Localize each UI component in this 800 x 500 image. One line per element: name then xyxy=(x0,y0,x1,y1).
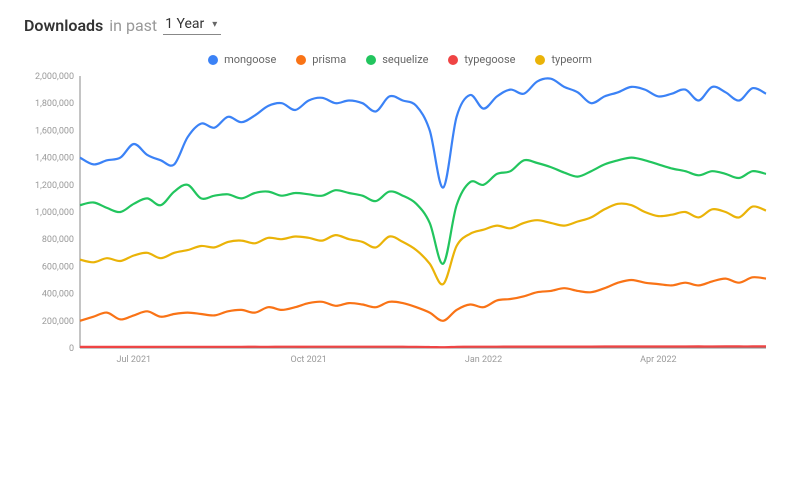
legend-label: typegoose xyxy=(464,53,515,66)
legend: mongoose prisma sequelize typegoose typeorm xyxy=(24,53,776,66)
svg-text:400,000: 400,000 xyxy=(42,290,74,300)
chevron-down-icon: ▾ xyxy=(212,19,217,30)
legend-item-typegoose[interactable]: typegoose xyxy=(448,53,515,66)
legend-item-prisma[interactable]: prisma xyxy=(296,53,346,66)
svg-text:Apr 2022: Apr 2022 xyxy=(640,355,676,365)
y-tick: 400,000 xyxy=(42,290,74,300)
legend-item-sequelize[interactable]: sequelize xyxy=(366,53,428,66)
svg-text:1,800,000: 1,800,000 xyxy=(35,99,74,109)
title-sub: in past xyxy=(109,16,157,35)
title-downloads: Downloads xyxy=(24,16,103,35)
svg-text:Jul 2021: Jul 2021 xyxy=(117,355,152,365)
svg-text:1,400,000: 1,400,000 xyxy=(35,154,74,164)
svg-text:Oct 2021: Oct 2021 xyxy=(291,355,327,365)
x-tick: Oct 2021 xyxy=(291,355,327,365)
x-tick: Jan 2022 xyxy=(465,355,502,365)
legend-item-mongoose[interactable]: mongoose xyxy=(208,53,276,66)
y-tick: 800,000 xyxy=(42,235,74,245)
y-tick: 1,800,000 xyxy=(35,99,74,109)
series-prisma xyxy=(80,277,766,321)
line-chart: 0 200,000 400,000 600,000 800,000 1,000,000 1,… xyxy=(24,70,776,370)
y-tick: 2,000,000 xyxy=(35,72,74,82)
chart-svg: 0 200,000 400,000 600,000 800,000 1,000,000 1,… xyxy=(24,70,776,370)
svg-text:1,600,000: 1,600,000 xyxy=(35,126,74,136)
y-tick: 1,000,000 xyxy=(35,208,74,218)
header: Downloads in past 1 Year ▾ xyxy=(24,16,776,35)
legend-label: typeorm xyxy=(551,53,591,66)
series-sequelize xyxy=(80,158,766,264)
y-tick: 1,600,000 xyxy=(35,126,74,136)
legend-swatch-icon xyxy=(296,55,306,65)
y-tick: 600,000 xyxy=(42,262,74,272)
svg-text:600,000: 600,000 xyxy=(42,262,74,272)
legend-label: sequelize xyxy=(382,53,428,66)
series-typegoose xyxy=(80,346,766,347)
legend-item-typeorm[interactable]: typeorm xyxy=(535,53,591,66)
legend-label: prisma xyxy=(312,53,346,66)
legend-swatch-icon xyxy=(366,55,376,65)
svg-text:1,000,000: 1,000,000 xyxy=(35,208,74,218)
svg-text:0: 0 xyxy=(69,344,74,354)
range-value: 1 Year xyxy=(165,16,204,32)
y-tick: 200,000 xyxy=(42,317,74,327)
svg-text:1,200,000: 1,200,000 xyxy=(35,181,74,191)
x-tick: Jul 2021 xyxy=(117,355,152,365)
svg-text:200,000: 200,000 xyxy=(42,317,74,327)
x-tick: Apr 2022 xyxy=(640,355,676,365)
y-tick: 1,400,000 xyxy=(35,154,74,164)
legend-label: mongoose xyxy=(224,53,276,66)
svg-text:800,000: 800,000 xyxy=(42,235,74,245)
y-tick: 0 xyxy=(69,344,74,354)
svg-text:Jan 2022: Jan 2022 xyxy=(465,355,502,365)
svg-text:2,000,000: 2,000,000 xyxy=(35,72,74,82)
series-typeorm xyxy=(80,204,766,285)
legend-swatch-icon xyxy=(208,55,218,65)
legend-swatch-icon xyxy=(448,55,458,65)
y-tick: 1,200,000 xyxy=(35,181,74,191)
range-select[interactable]: 1 Year ▾ xyxy=(163,16,221,35)
series-mongoose xyxy=(80,78,766,187)
legend-swatch-icon xyxy=(535,55,545,65)
